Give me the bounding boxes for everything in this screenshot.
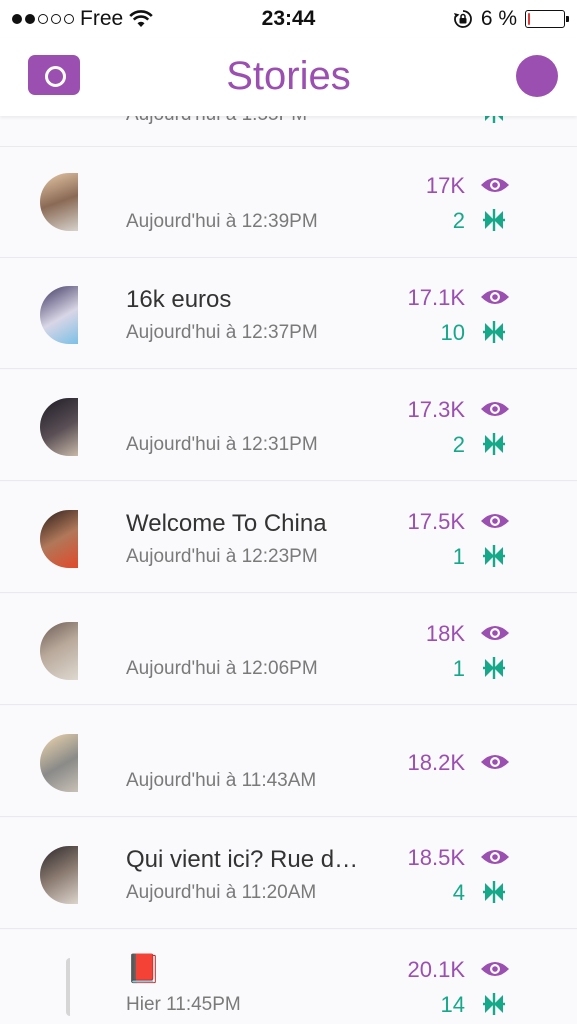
story-row[interactable]: Aujourd'hui à 12:31PM 17.3K 2 <box>0 370 577 481</box>
screenshot-count: 2 <box>452 208 465 233</box>
story-row[interactable]: Welcome To China Aujourd'hui à 12:23PM 1… <box>0 482 577 593</box>
status-bar: Free 23:44 6 % <box>0 0 577 38</box>
page-title: Stories <box>226 54 351 98</box>
stories-list[interactable]: Aujourd'hui à 1:55PM Aujourd'hui à 12:39… <box>0 116 577 1024</box>
screenshot-icon <box>483 993 505 1015</box>
screenshot-count: 1 <box>452 656 465 681</box>
nav-bar: Stories <box>0 38 577 116</box>
story-row-partial[interactable]: Aujourd'hui à 1:55PM <box>0 116 577 147</box>
screenshot-count: 10 <box>440 320 465 345</box>
view-count: 17.1K <box>407 285 466 310</box>
eye-icon <box>481 290 509 304</box>
view-count: 17K <box>425 173 465 198</box>
story-row[interactable]: 16k euros Aujourd'hui à 12:37PM 17.1K 10 <box>0 258 577 369</box>
view-count: 18.5K <box>407 845 466 870</box>
screenshot-icon <box>483 321 505 343</box>
battery-icon <box>525 10 569 28</box>
view-count: 20.1K <box>407 957 466 982</box>
screenshot-count: 1 <box>452 544 465 569</box>
eye-icon <box>481 626 509 640</box>
screenshot-icon <box>483 209 505 231</box>
battery-fill <box>528 13 530 25</box>
eye-icon <box>481 514 509 528</box>
story-row[interactable]: Aujourd'hui à 12:06PM 18K 1 <box>0 594 577 705</box>
screenshot-count: 14 <box>440 992 465 1017</box>
story-row[interactable]: 📕 Hier 11:45PM 20.1K 14 <box>0 930 577 1024</box>
profile-button[interactable] <box>516 55 558 97</box>
screenshot-icon <box>485 116 503 123</box>
view-count: 17.5K <box>407 509 466 534</box>
view-count: 18K <box>425 621 465 646</box>
story-row[interactable]: Qui vient ici? Rue de la Paix Aujourd'hu… <box>0 818 577 929</box>
eye-icon <box>481 962 509 976</box>
battery-percent: 6 % <box>480 7 517 30</box>
story-time: Aujourd'hui à 1:55PM <box>126 116 307 126</box>
eye-icon <box>481 850 509 864</box>
screenshot-icon <box>483 881 505 903</box>
eye-icon <box>481 402 509 416</box>
screenshot-count: 2 <box>452 432 465 457</box>
screenshot-icon <box>483 433 505 455</box>
view-count: 18.2K <box>407 750 466 775</box>
status-right: 6 % <box>453 7 569 31</box>
story-row[interactable]: Aujourd'hui à 11:43AM 18.2K <box>0 706 577 817</box>
eye-icon <box>481 178 509 192</box>
screenshot-icon <box>483 657 505 679</box>
screenshot-icon <box>483 545 505 567</box>
screenshot-count: 4 <box>452 880 465 905</box>
rotation-lock-icon <box>453 10 472 28</box>
view-count: 17.3K <box>407 397 466 422</box>
eye-icon <box>481 755 509 769</box>
story-row[interactable]: Aujourd'hui à 12:39PM 17K 2 <box>0 147 577 258</box>
